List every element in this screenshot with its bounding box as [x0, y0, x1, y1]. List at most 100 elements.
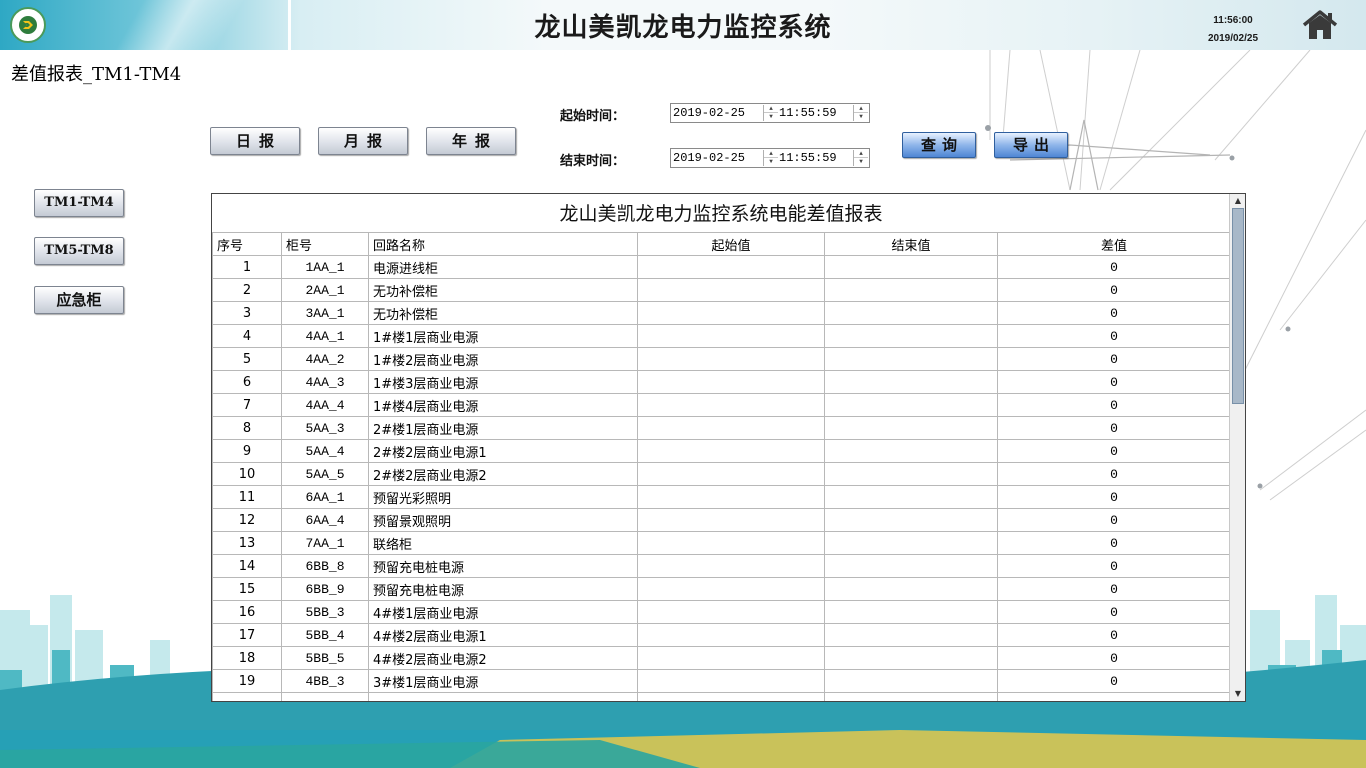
query-button[interactable]: 查询: [902, 132, 976, 158]
table-cell-empty: [368, 692, 638, 701]
table-row: 3 3AA_1 无功补偿柜 0: [212, 301, 1231, 325]
cell-cabinet: 3AA_1: [281, 301, 369, 325]
cell-start-value: [637, 439, 825, 463]
end-time-value[interactable]: 11:55:59: [779, 151, 837, 165]
cell-cabinet: 4AA_4: [281, 393, 369, 417]
table-cell-empty: [824, 692, 998, 701]
home-icon[interactable]: [1302, 9, 1338, 41]
cell-circuit-name: 预留充电桩电源: [368, 577, 638, 601]
daily-report-button[interactable]: 日报: [210, 127, 300, 155]
cell-end-value: [824, 255, 998, 279]
scroll-thumb[interactable]: [1232, 208, 1244, 404]
table-cell-empty: [212, 692, 282, 701]
cell-start-value: [637, 600, 825, 624]
table-header-row: 序号 柜号 回路名称 起始值 结束值 差值: [212, 232, 1231, 256]
table-cell-empty: [637, 692, 825, 701]
table-row: 8 5AA_3 2#楼1层商业电源 0: [212, 416, 1231, 440]
col-header-cabinet: 柜号: [281, 232, 369, 256]
cell-start-value: [637, 370, 825, 394]
start-date-spinner[interactable]: ▲ ▼: [763, 105, 778, 121]
col-header-circuit: 回路名称: [368, 232, 638, 256]
cell-difference: 0: [997, 462, 1231, 486]
cell-start-value: [637, 646, 825, 670]
scroll-up-icon[interactable]: ▲: [1230, 194, 1245, 208]
table-row: 12 6AA_4 预留景观照明 0: [212, 508, 1231, 532]
page-title: 差值报表_TM1-TM4: [11, 64, 182, 85]
monthly-report-button[interactable]: 月报: [318, 127, 408, 155]
cell-start-value: [637, 462, 825, 486]
cell-circuit-name: 2#楼1层商业电源: [368, 416, 638, 440]
cell-end-value: [824, 646, 998, 670]
cell-difference: 0: [997, 554, 1231, 578]
tm1-tm4-button[interactable]: TM1-TM4: [34, 189, 124, 217]
cell-cabinet: 2AA_1: [281, 278, 369, 302]
cell-cabinet: 7AA_1: [281, 531, 369, 555]
cell-cabinet: 6BB_9: [281, 577, 369, 601]
cell-start-value: [637, 324, 825, 348]
cell-cabinet: 5BB_3: [281, 600, 369, 624]
cell-end-value: [824, 531, 998, 555]
end-datetime-picker[interactable]: 2019-02-25 ▲ ▼ 11:55:59 ▲ ▼: [670, 148, 870, 168]
cell-difference: 0: [997, 439, 1231, 463]
cell-circuit-name: 4#楼1层商业电源: [368, 600, 638, 624]
cell-cabinet: 5BB_4: [281, 623, 369, 647]
cell-difference: 0: [997, 370, 1231, 394]
scroll-down-icon[interactable]: ▼: [1230, 687, 1245, 701]
start-date-value[interactable]: 2019-02-25: [673, 106, 745, 120]
cell-circuit-name: 联络柜: [368, 531, 638, 555]
table-scrollbar[interactable]: ▲ ▼: [1229, 194, 1245, 701]
table-row: 19 4BB_3 3#楼1层商业电源 0: [212, 669, 1231, 693]
end-date-spinner[interactable]: ▲ ▼: [763, 150, 778, 166]
tm5-tm8-button[interactable]: TM5-TM8: [34, 237, 124, 265]
cell-circuit-name: 无功补偿柜: [368, 278, 638, 302]
table-row: 14 6BB_8 预留充电桩电源 0: [212, 554, 1231, 578]
cell-end-value: [824, 278, 998, 302]
cell-end-value: [824, 439, 998, 463]
table-row: 15 6BB_9 预留充电桩电源 0: [212, 577, 1231, 601]
cell-index: 18: [212, 646, 282, 670]
report-table-panel: 龙山美凯龙电力监控系统电能差值报表 序号 柜号 回路名称 起始值 结束值 差值 …: [211, 193, 1246, 702]
cell-index: 14: [212, 554, 282, 578]
cell-circuit-name: 3#楼1层商业电源: [368, 669, 638, 693]
cell-circuit-name: 电源进线柜: [368, 255, 638, 279]
cell-difference: 0: [997, 600, 1231, 624]
cell-difference: 0: [997, 485, 1231, 509]
table-row: 2 2AA_1 无功补偿柜 0: [212, 278, 1231, 302]
cell-difference: 0: [997, 416, 1231, 440]
cell-index: 8: [212, 416, 282, 440]
cell-difference: 0: [997, 324, 1231, 348]
cell-start-value: [637, 669, 825, 693]
end-date-value[interactable]: 2019-02-25: [673, 151, 745, 165]
cell-cabinet: 1AA_1: [281, 255, 369, 279]
cell-end-value: [824, 324, 998, 348]
table-row: 7 4AA_4 1#楼4层商业电源 0: [212, 393, 1231, 417]
cell-end-value: [824, 623, 998, 647]
cell-circuit-name: 4#楼2层商业电源2: [368, 646, 638, 670]
cell-end-value: [824, 554, 998, 578]
table-row: 4 4AA_1 1#楼1层商业电源 0: [212, 324, 1231, 348]
cell-cabinet: 5AA_5: [281, 462, 369, 486]
end-time-label: 结束时间：: [560, 154, 626, 169]
cell-difference: 0: [997, 393, 1231, 417]
start-datetime-picker[interactable]: 2019-02-25 ▲ ▼ 11:55:59 ▲ ▼: [670, 103, 870, 123]
export-button[interactable]: 导出: [994, 132, 1068, 158]
cell-start-value: [637, 508, 825, 532]
cell-circuit-name: 预留光彩照明: [368, 485, 638, 509]
cell-circuit-name: 预留景观照明: [368, 508, 638, 532]
emergency-cabinet-button[interactable]: 应急柜: [34, 286, 124, 314]
cell-end-value: [824, 370, 998, 394]
end-time-spinner[interactable]: ▲ ▼: [853, 150, 868, 166]
cell-cabinet: 5BB_5: [281, 646, 369, 670]
start-time-value[interactable]: 11:55:59: [779, 106, 837, 120]
cell-cabinet: 6AA_4: [281, 508, 369, 532]
cell-circuit-name: 1#楼3层商业电源: [368, 370, 638, 394]
start-time-label: 起始时间：: [560, 109, 626, 124]
yearly-report-button[interactable]: 年报: [426, 127, 516, 155]
cell-start-value: [637, 577, 825, 601]
start-time-spinner[interactable]: ▲ ▼: [853, 105, 868, 121]
table-row: 6 4AA_3 1#楼3层商业电源 0: [212, 370, 1231, 394]
table-row: 13 7AA_1 联络柜 0: [212, 531, 1231, 555]
cell-circuit-name: 2#楼2层商业电源1: [368, 439, 638, 463]
cell-difference: 0: [997, 255, 1231, 279]
clock-time: 11:56:00: [1213, 15, 1253, 26]
